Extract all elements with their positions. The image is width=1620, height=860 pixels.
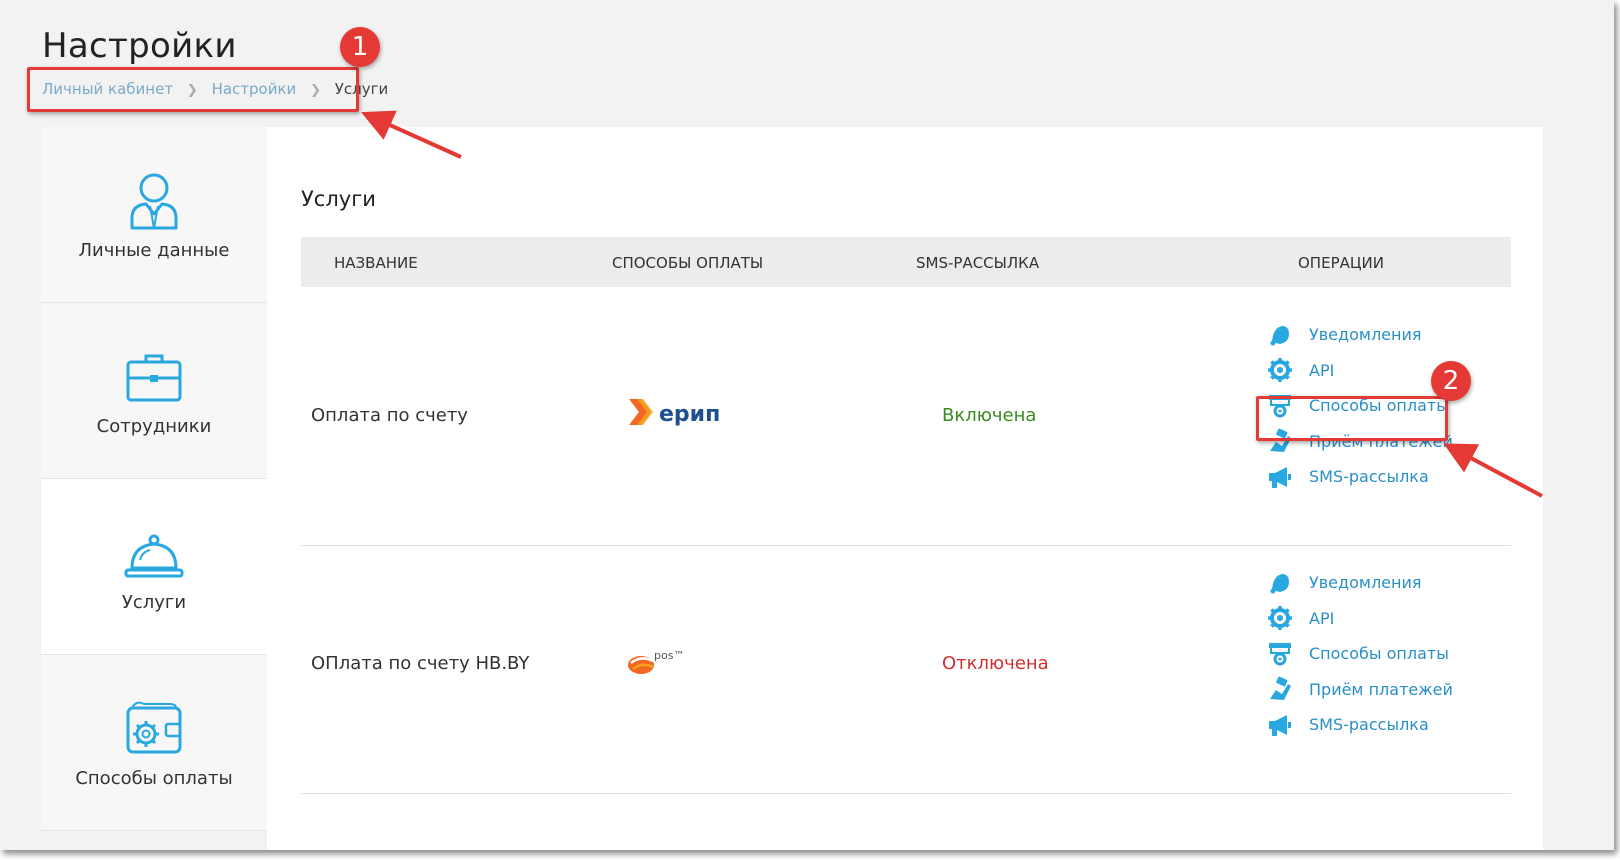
annotation-arrow-2: [1443, 443, 1543, 498]
annotation-arrows: [361, 110, 1543, 498]
app-frame: Настройки Личный кабинет ❯ Настройки ❯ У…: [0, 0, 1614, 850]
annotation-arrow-1: [361, 110, 462, 159]
